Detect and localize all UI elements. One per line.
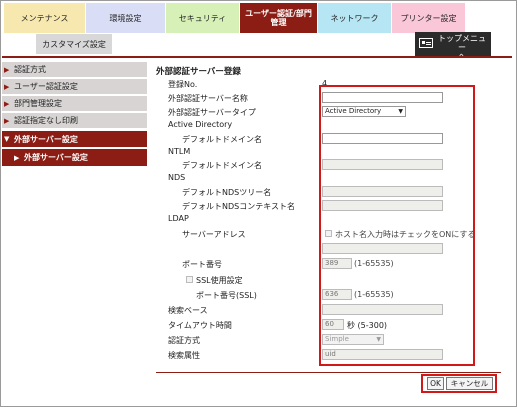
header-divider	[2, 56, 512, 58]
ssl-port-label: ポート番号(SSL)	[196, 291, 257, 300]
sidebar-item-label: 認証方式	[14, 65, 46, 74]
sidebar-item-unauth-print[interactable]: ▶ 認証指定なし印刷	[2, 113, 147, 129]
ok-button[interactable]: OK	[427, 377, 444, 390]
auth-method-label: 認証方式	[168, 336, 200, 345]
server-name-label: 外部認証サーバー名称	[168, 94, 248, 103]
ntlm-domain-label: デフォルトドメイン名	[182, 161, 262, 170]
tab-customize[interactable]: カスタマイズ設定	[36, 34, 112, 54]
sidebar-subitem-external-server[interactable]: ▶ 外部サーバー設定	[2, 149, 147, 166]
timeout-label: タイムアウト時間	[168, 321, 232, 330]
sidebar-item-label: ユーザー認証設定	[14, 82, 78, 91]
tab-printer[interactable]: プリンター設定	[392, 3, 466, 33]
nds-tree-label: デフォルトNDSツリー名	[182, 188, 272, 197]
tab-network[interactable]: ネットワーク	[318, 3, 392, 33]
top-menu-line1: トップメニュー	[438, 34, 486, 52]
sidebar-item-external-server[interactable]: ▼ 外部サーバー設定	[2, 131, 147, 147]
cancel-button[interactable]: キャンセル	[446, 377, 493, 390]
server-address-label: サーバーアドレス	[182, 230, 246, 239]
sidebar-item-user-auth[interactable]: ▶ ユーザー認証設定	[2, 79, 147, 95]
sidebar-item-label: 認証指定なし印刷	[14, 116, 78, 125]
triangle-down-icon: ▼	[4, 135, 10, 143]
port-label: ポート番号	[182, 260, 222, 269]
tab-user-auth-line2: 管理	[270, 18, 287, 27]
nds-context-label: デフォルトNDSコンテキスト名	[182, 202, 295, 211]
ntlm-header: NTLM	[168, 147, 191, 156]
highlight-box-fields	[319, 85, 475, 366]
ad-header: Active Directory	[168, 120, 233, 129]
search-attr-label: 検索属性	[168, 351, 200, 360]
sidebar-item-label: 外部サーバー設定	[14, 134, 78, 144]
page-title: 外部認証サーバー登録	[156, 67, 241, 77]
tab-environment[interactable]: 環境設定	[86, 3, 166, 33]
ad-domain-label: デフォルトドメイン名	[182, 135, 262, 144]
ssl-label: SSL使用設定	[196, 276, 243, 285]
tab-user-auth[interactable]: ユーザー認証/部門 管理	[240, 3, 318, 33]
menu-icon	[419, 38, 433, 48]
triangle-right-icon: ▶	[4, 65, 10, 74]
tab-user-auth-line1: ユーザー認証/部門	[245, 9, 312, 18]
triangle-right-icon: ▶	[4, 82, 10, 91]
server-type-label: 外部認証サーバータイプ	[168, 108, 256, 117]
tab-security[interactable]: セキュリティ	[166, 3, 240, 33]
sidebar-item-dept-mgmt[interactable]: ▶ 部門管理設定	[2, 96, 147, 112]
footer-divider	[156, 372, 501, 373]
sidebar-item-label: 外部サーバー設定	[24, 153, 88, 162]
ldap-header: LDAP	[168, 214, 189, 223]
top-menu-button[interactable]: トップメニュー へ	[415, 32, 491, 61]
tab-maintenance[interactable]: メンテナンス	[4, 3, 86, 33]
ssl-checkbox[interactable]	[186, 276, 193, 283]
search-base-label: 検索ベース	[168, 306, 208, 315]
reg-no-label: 登録No.	[168, 80, 198, 89]
triangle-right-icon: ▶	[4, 99, 10, 108]
triangle-right-icon: ▶	[4, 116, 10, 125]
nds-header: NDS	[168, 173, 186, 182]
sidebar-item-auth-method[interactable]: ▶ 認証方式	[2, 62, 147, 78]
triangle-right-icon: ▶	[14, 153, 20, 162]
sidebar-item-label: 部門管理設定	[14, 99, 62, 108]
